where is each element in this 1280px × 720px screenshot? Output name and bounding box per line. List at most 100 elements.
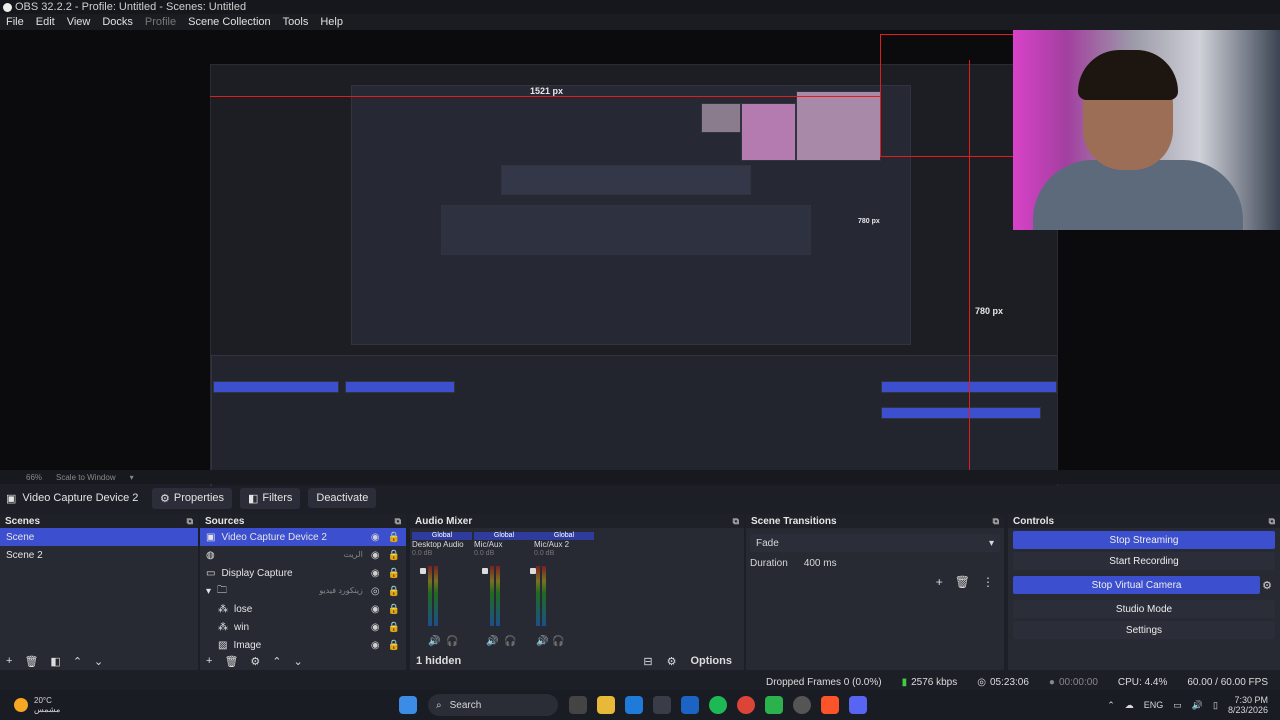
source-item[interactable]: ⁂ lose ◉ 🔒: [200, 600, 406, 618]
transition-select[interactable]: Fade ▾: [750, 534, 1000, 552]
chevron-down-icon[interactable]: ▾: [130, 473, 134, 482]
chevron-up-icon[interactable]: ⌃: [1107, 700, 1115, 711]
start-recording-button[interactable]: Start Recording: [1013, 552, 1275, 570]
file-explorer-icon[interactable]: [597, 696, 615, 714]
menu-tools[interactable]: Tools: [277, 16, 315, 28]
chevron-down-icon[interactable]: ⌄: [94, 655, 103, 668]
channel-name[interactable]: Mic/Aux: [474, 540, 534, 550]
headphones-icon[interactable]: 🎧: [504, 636, 516, 647]
options-button[interactable]: Options: [690, 655, 732, 667]
preview-canvas[interactable]: [210, 64, 1058, 498]
headphones-icon[interactable]: 🎧: [552, 636, 564, 647]
add-icon[interactable]: +: [6, 655, 12, 667]
speaker-icon[interactable]: 🔊: [486, 636, 498, 647]
whatsapp-icon[interactable]: [765, 696, 783, 714]
lock-icon[interactable]: 🔒: [388, 622, 400, 633]
gear-icon[interactable]: ⚙: [1262, 579, 1272, 592]
scene-item[interactable]: Scene 2: [0, 546, 198, 564]
filter-icon[interactable]: ◧: [50, 655, 60, 668]
eye-icon[interactable]: ◉: [371, 622, 380, 633]
gear-icon[interactable]: ⚙: [250, 655, 260, 668]
eye-icon[interactable]: ◉: [371, 604, 380, 615]
chevron-up-icon[interactable]: ⌃: [272, 655, 281, 668]
settings-button[interactable]: Settings: [1013, 621, 1275, 639]
cloud-icon[interactable]: ☁: [1125, 700, 1134, 711]
task-view-icon[interactable]: [569, 696, 587, 714]
discord-icon[interactable]: [849, 696, 867, 714]
dock-undock-icon[interactable]: ⧉: [395, 516, 401, 527]
speaker-icon[interactable]: 🔊: [536, 636, 548, 647]
source-item[interactable]: ▭ Display Capture ◉ 🔒: [200, 564, 406, 582]
lock-icon[interactable]: 🔒: [388, 568, 400, 579]
volume-fader[interactable]: [482, 568, 488, 574]
volume-fader[interactable]: [530, 568, 536, 574]
menu-file[interactable]: File: [0, 16, 30, 28]
menu-help[interactable]: Help: [314, 16, 349, 28]
studio-mode-button[interactable]: Studio Mode: [1013, 600, 1275, 618]
menu-docks[interactable]: Docks: [96, 16, 139, 28]
source-item[interactable]: ▣ Video Capture Device 2 ◉ 🔒: [200, 528, 406, 546]
brave-icon[interactable]: [821, 696, 839, 714]
lock-icon[interactable]: 🔒: [388, 550, 400, 561]
dock-undock-icon[interactable]: ⧉: [733, 516, 739, 527]
gear-icon[interactable]: ⚙: [667, 655, 677, 668]
source-item[interactable]: ⁂ win ◉ 🔒: [200, 618, 406, 636]
weather-widget[interactable]: 20°C مشمس: [14, 696, 394, 714]
clock[interactable]: 7:30 PM 8/23/2026: [1228, 695, 1268, 715]
more-icon[interactable]: ⋮: [982, 575, 994, 589]
trash-icon[interactable]: 🗑: [224, 655, 238, 668]
battery-icon[interactable]: ▯: [1213, 700, 1218, 711]
layout-icon[interactable]: ⊟: [643, 655, 652, 668]
lock-icon[interactable]: 🔒: [388, 532, 400, 543]
menu-view[interactable]: View: [61, 16, 97, 28]
trash-icon[interactable]: 🗑: [24, 655, 38, 668]
volume-fader[interactable]: [420, 568, 426, 574]
obs-icon[interactable]: [793, 696, 811, 714]
source-item[interactable]: ◍ الريت ◉ 🔒: [200, 546, 406, 564]
menu-scene-collection[interactable]: Scene Collection: [182, 16, 277, 28]
language-indicator[interactable]: ENG: [1144, 700, 1164, 710]
speaker-icon[interactable]: 🔊: [428, 636, 440, 647]
windows-start-icon[interactable]: [399, 696, 417, 714]
eye-icon[interactable]: ◉: [371, 532, 380, 543]
stop-virtual-camera-button[interactable]: Stop Virtual Camera: [1013, 576, 1261, 594]
eye-icon[interactable]: ◉: [371, 550, 380, 561]
zoom-scale-mode[interactable]: Scale to Window: [56, 473, 116, 482]
outlook-icon[interactable]: [681, 696, 699, 714]
zoom-level[interactable]: 66%: [26, 473, 42, 482]
menu-edit[interactable]: Edit: [30, 16, 61, 28]
eye-icon[interactable]: ◉: [371, 568, 380, 579]
preview-area[interactable]: 1521 px 780 px 780 px: [0, 30, 1280, 498]
channel-name[interactable]: Mic/Aux 2: [534, 540, 594, 550]
chrome-icon[interactable]: [737, 696, 755, 714]
menu-profile[interactable]: Profile: [139, 16, 182, 28]
volume-icon[interactable]: 🔊: [1192, 700, 1203, 711]
store-icon[interactable]: [653, 696, 671, 714]
chevron-down-icon[interactable]: ⌄: [294, 655, 303, 668]
chevron-up-icon[interactable]: ⌃: [73, 655, 82, 668]
chevron-down-icon[interactable]: ▾: [206, 586, 211, 597]
add-icon[interactable]: +: [206, 655, 212, 667]
edge-icon[interactable]: [625, 696, 643, 714]
deactivate-button[interactable]: Deactivate: [308, 488, 377, 508]
trash-icon[interactable]: 🗑: [955, 575, 970, 589]
source-item[interactable]: ▾ 🗀 زينكورد فيديو ◎ 🔒: [200, 582, 406, 600]
stop-streaming-button[interactable]: Stop Streaming: [1013, 531, 1275, 549]
hidden-count[interactable]: 1 hidden: [416, 655, 461, 667]
headphones-icon[interactable]: 🎧: [446, 636, 458, 647]
dock-undock-icon[interactable]: ⧉: [993, 516, 999, 527]
lock-icon[interactable]: 🔒: [388, 640, 400, 651]
properties-button[interactable]: ⚙ Properties: [152, 487, 233, 509]
dock-undock-icon[interactable]: ⧉: [1269, 516, 1275, 527]
eye-off-icon[interactable]: ◎: [371, 586, 380, 597]
scene-item[interactable]: Scene: [0, 528, 198, 546]
add-icon[interactable]: +: [936, 575, 943, 589]
search-box[interactable]: ⌕ Search: [428, 694, 558, 716]
duration-input[interactable]: 400 ms: [799, 556, 1000, 571]
channel-name[interactable]: Desktop Audio: [412, 540, 472, 550]
dock-undock-icon[interactable]: ⧉: [187, 516, 193, 527]
network-icon[interactable]: ▭: [1173, 700, 1182, 711]
spotify-icon[interactable]: [709, 696, 727, 714]
lock-icon[interactable]: 🔒: [388, 604, 400, 615]
eye-icon[interactable]: ◉: [371, 640, 380, 651]
